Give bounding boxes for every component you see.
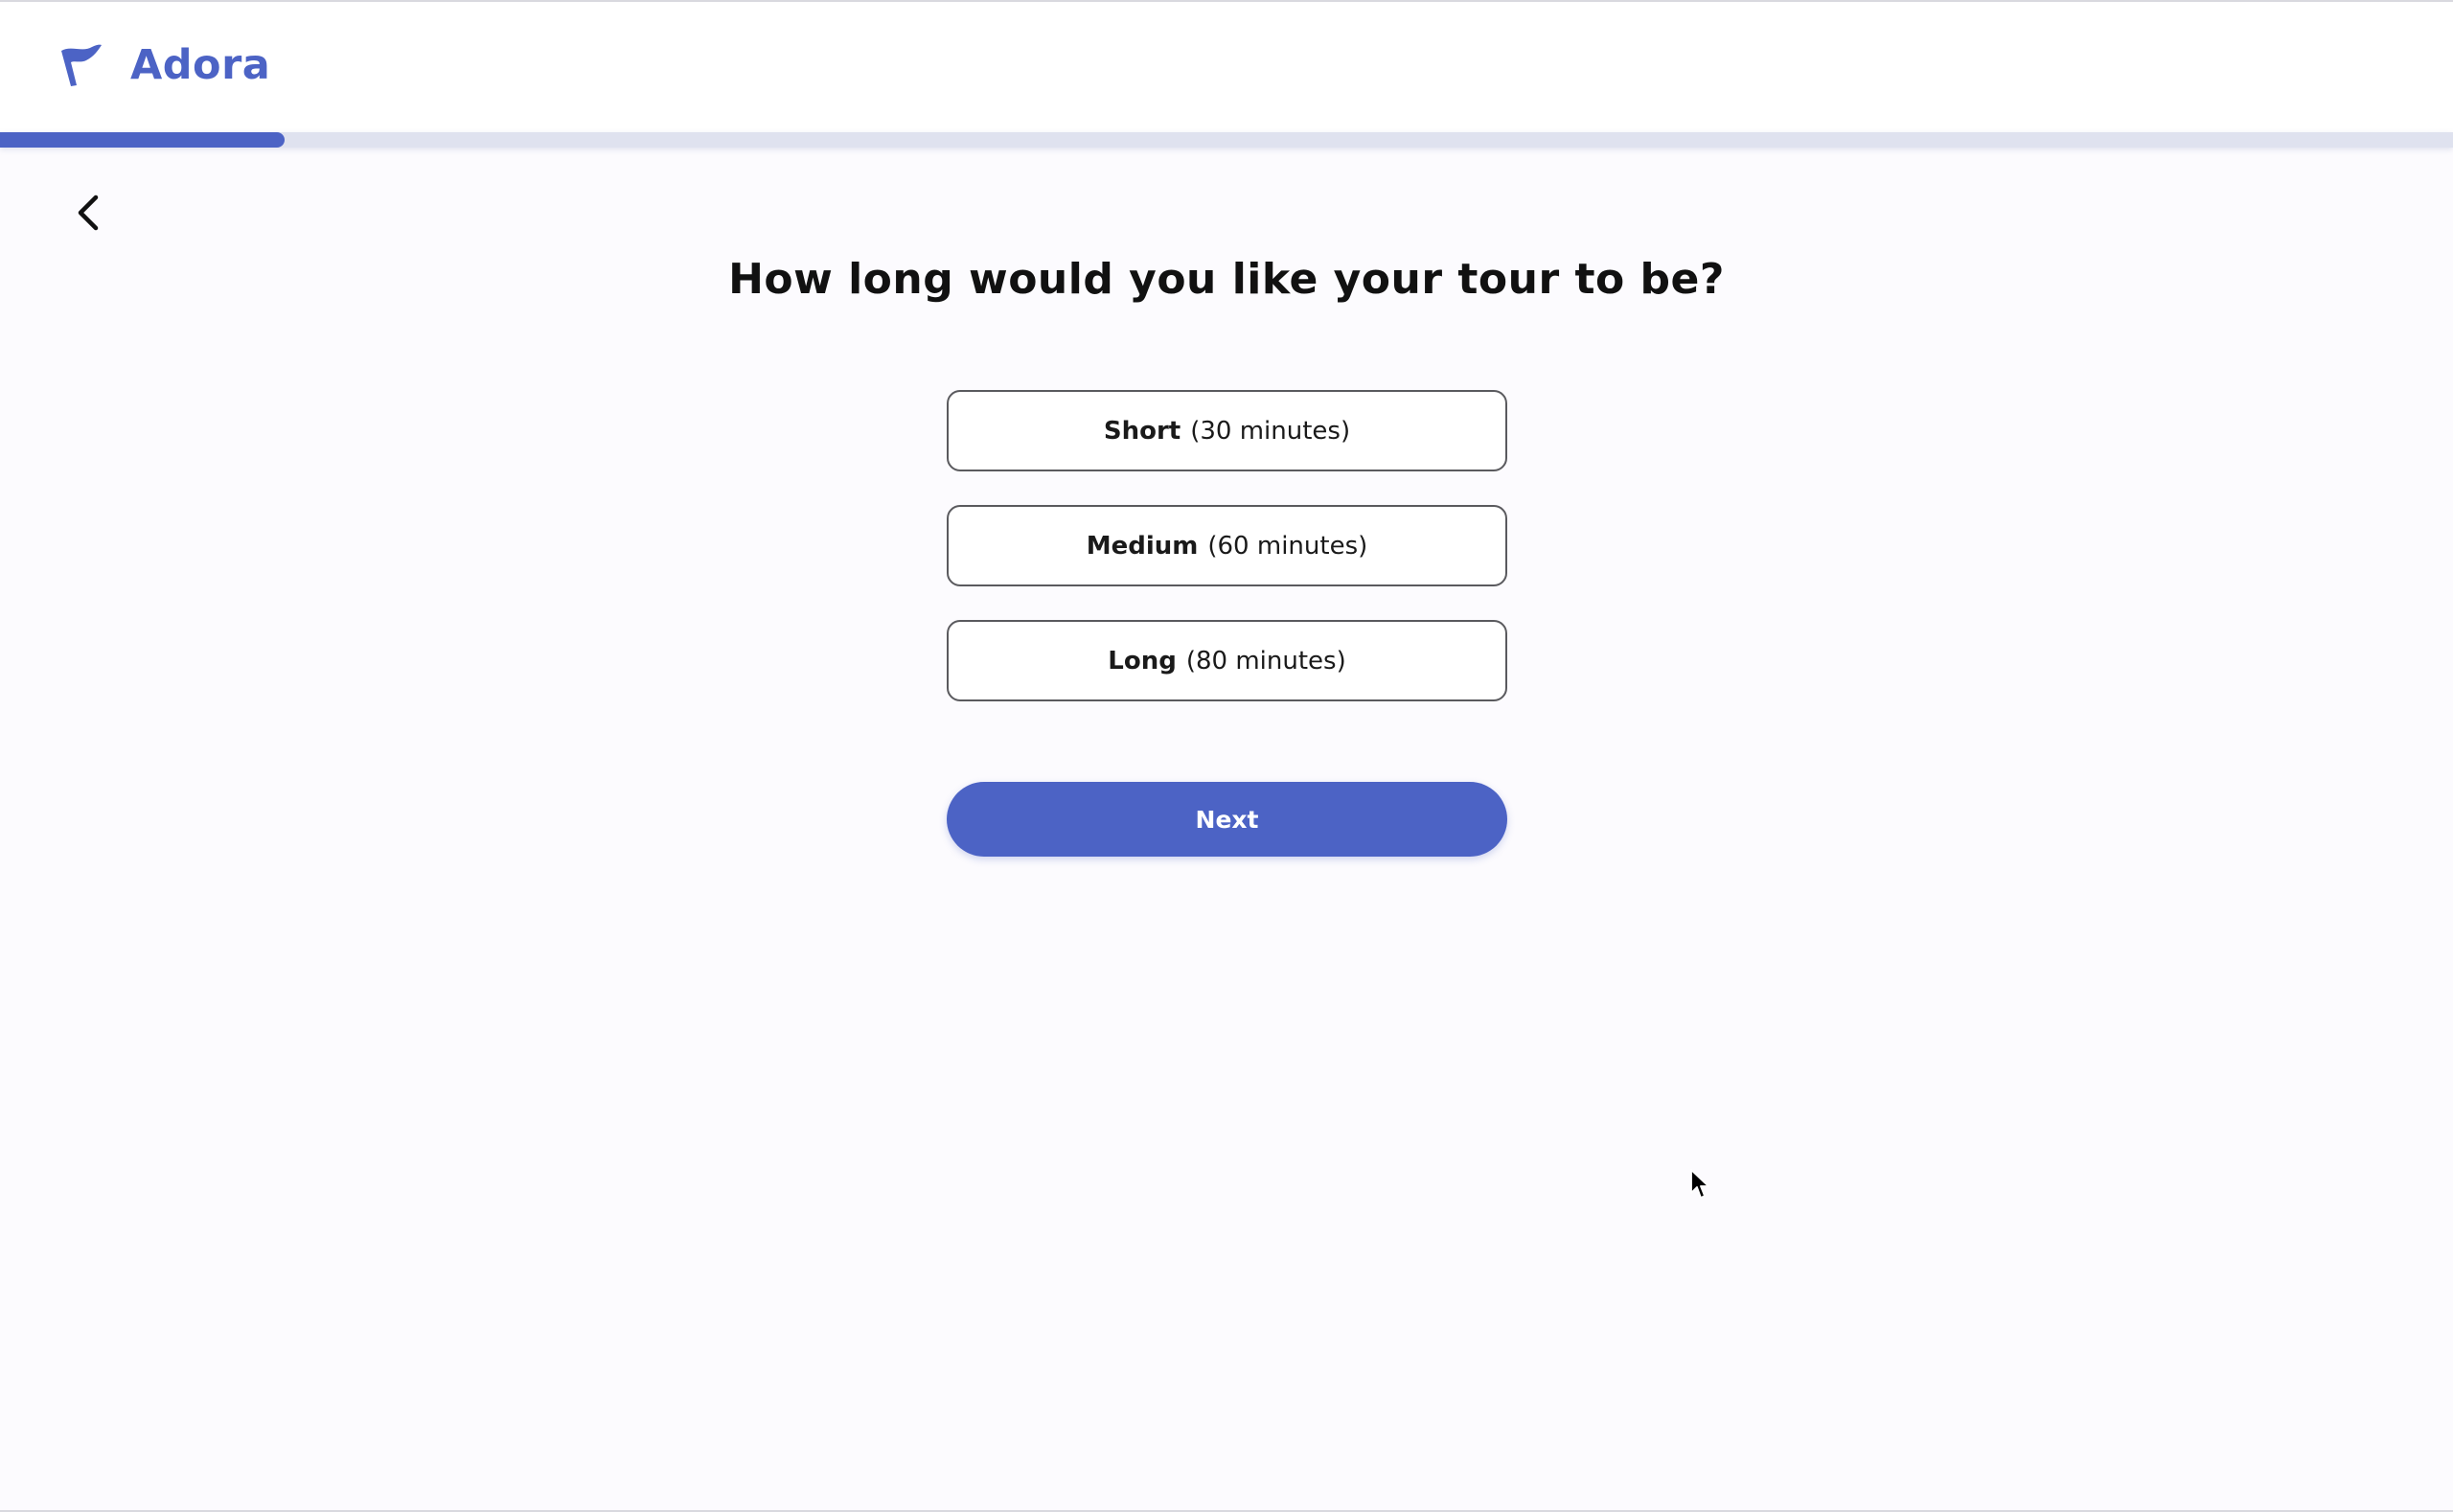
option-detail: (60 minutes) <box>1207 531 1368 561</box>
option-detail: (30 minutes) <box>1190 416 1351 446</box>
option-medium-button[interactable]: Medium (60 minutes) <box>947 505 1507 586</box>
next-button[interactable]: Next <box>947 782 1507 857</box>
option-short-button[interactable]: Short (30 minutes) <box>947 390 1507 471</box>
page: Adora How long would you like your tour … <box>0 0 2453 1512</box>
brand[interactable]: Adora <box>57 36 270 94</box>
back-button[interactable] <box>67 190 113 236</box>
progress-bar <box>0 132 2453 148</box>
chevron-left-icon <box>78 195 99 231</box>
option-detail: (80 minutes) <box>1185 646 1346 676</box>
brand-name: Adora <box>130 41 271 89</box>
option-name: Medium <box>1086 531 1199 561</box>
mouse-pointer-icon <box>1690 1169 1709 1199</box>
question-title: How long would you like your tour to be? <box>728 255 1725 304</box>
option-name: Short <box>1103 416 1181 446</box>
options-list: Short (30 minutes) Medium (60 minutes) L… <box>947 390 1507 735</box>
option-long-button[interactable]: Long (80 minutes) <box>947 620 1507 701</box>
option-name: Long <box>1108 646 1177 676</box>
flag-icon <box>61 44 102 86</box>
app-header: Adora <box>0 2 2453 132</box>
progress-bar-fill <box>0 132 285 148</box>
